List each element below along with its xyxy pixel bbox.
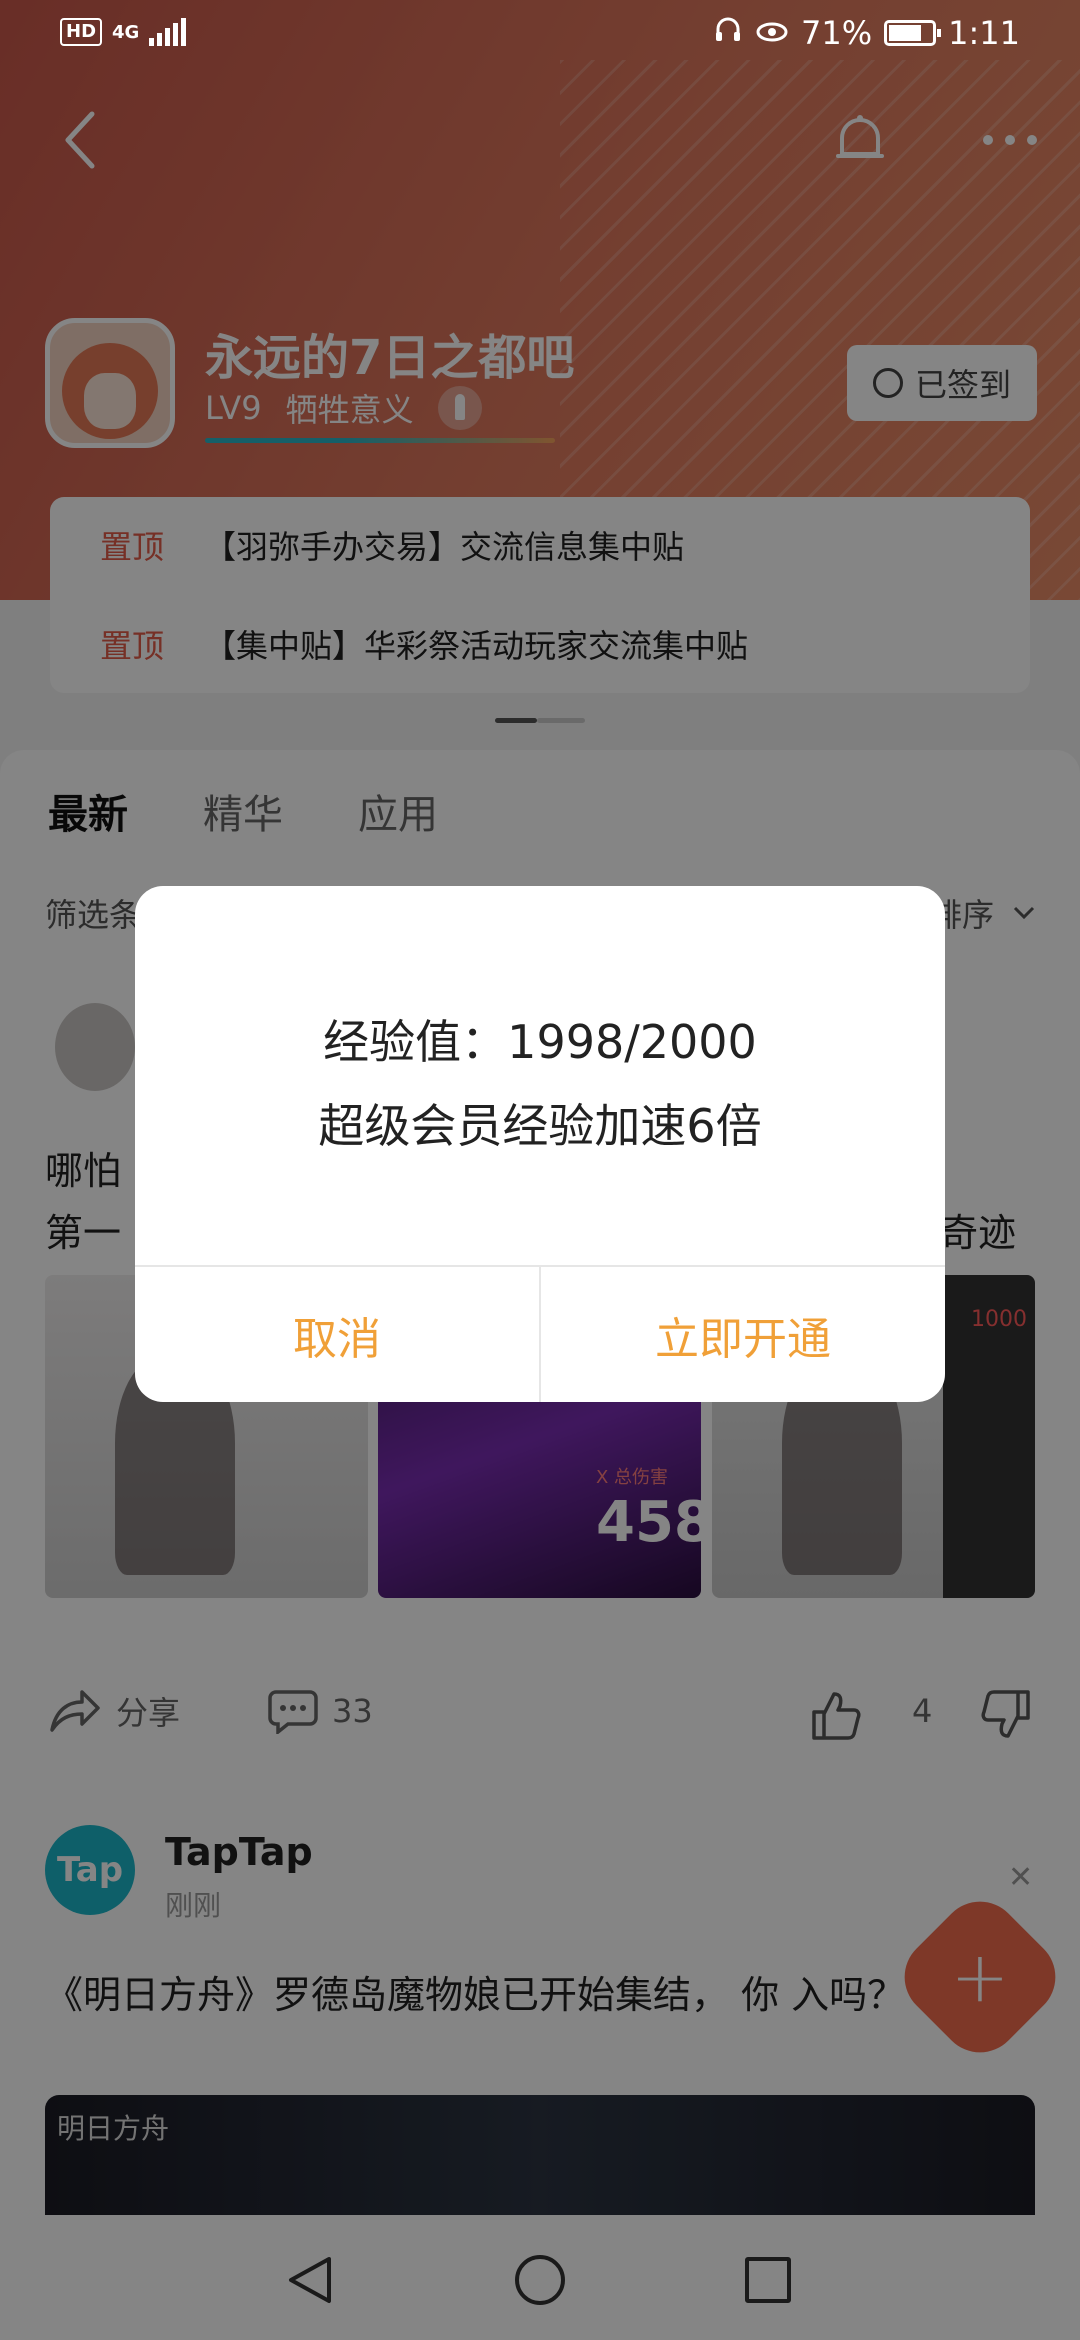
dialog-promo-text: 超级会员经验加速6倍 (318, 1099, 762, 1153)
cancel-button[interactable]: 取消 (135, 1267, 539, 1402)
battery-percent: 71% (801, 14, 873, 52)
network-label: 4G (112, 21, 140, 43)
signal-icon (149, 18, 187, 46)
eye-comfort-icon (755, 14, 789, 52)
battery-icon (884, 20, 942, 46)
hd-icon: HD (60, 18, 103, 46)
clock: 1:11 (948, 14, 1020, 52)
vip-dialog: 经验值：1998/2000 超级会员经验加速6倍 取消 立即开通 (135, 886, 945, 1402)
dialog-experience-text: 经验值：1998/2000 (323, 1015, 757, 1069)
activate-button[interactable]: 立即开通 (541, 1267, 945, 1402)
headphone-icon (713, 14, 743, 52)
status-bar: HD 4G 71% 1:11 (0, 0, 1080, 72)
